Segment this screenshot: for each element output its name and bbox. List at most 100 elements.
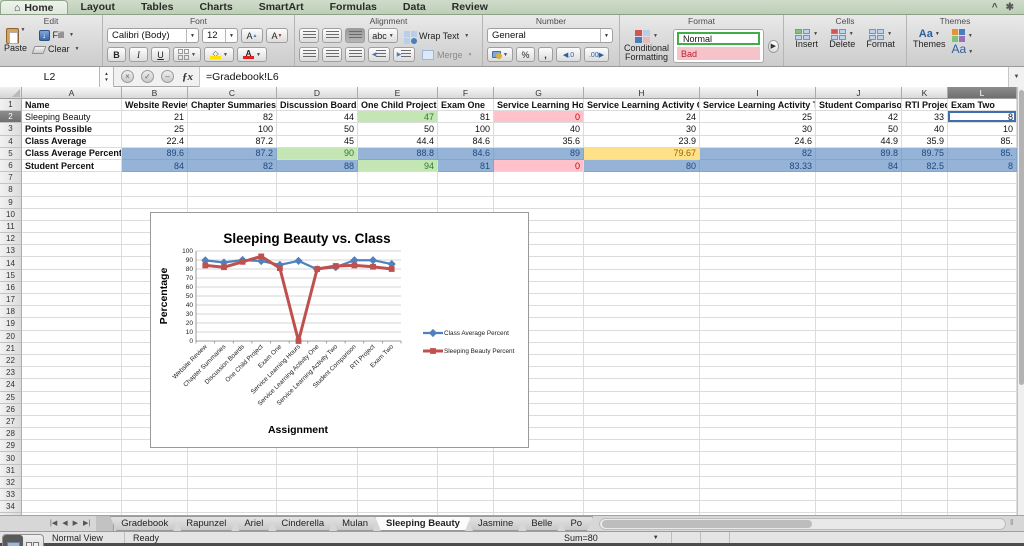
cell-K20[interactable]: [902, 330, 948, 343]
column-header-A[interactable]: A: [22, 87, 122, 99]
orientation-dropdown-icon[interactable]: ▼: [389, 33, 394, 39]
cell-K26[interactable]: [902, 403, 948, 416]
column-header-D[interactable]: D: [277, 87, 358, 99]
cell-C8[interactable]: [188, 184, 277, 197]
cell-K8[interactable]: [902, 184, 948, 197]
column-header-G[interactable]: G: [494, 87, 584, 99]
align-top-button[interactable]: [299, 28, 319, 43]
cell-K31[interactable]: [902, 464, 948, 477]
cell-H27[interactable]: [584, 415, 700, 429]
align-middle-button[interactable]: [322, 28, 342, 43]
cell-A16[interactable]: [22, 281, 122, 294]
row-header-27[interactable]: 27: [0, 415, 22, 429]
sheet-tab-cinderella[interactable]: Cinderella: [270, 516, 335, 531]
cell-K2[interactable]: 33: [902, 111, 948, 124]
cell-F31[interactable]: [438, 464, 494, 477]
cell-G9[interactable]: [494, 196, 584, 209]
horizontal-scrollbar[interactable]: [599, 518, 1006, 530]
fill-dropdown-icon[interactable]: ▼: [69, 33, 74, 38]
column-header-H[interactable]: H: [584, 87, 700, 99]
row-header-2[interactable]: 2: [0, 111, 22, 124]
first-sheet-icon[interactable]: |◀: [50, 519, 57, 527]
cell-L1[interactable]: Exam Two: [948, 99, 1017, 112]
name-box[interactable]: L2: [0, 66, 100, 87]
cell-H32[interactable]: [584, 476, 700, 489]
format-cells-button[interactable]: ▼ Format: [866, 29, 895, 49]
cell-B6[interactable]: 84: [122, 159, 188, 173]
cell-A2[interactable]: Sleeping Beauty: [22, 111, 122, 124]
cell-K34[interactable]: [902, 501, 948, 514]
cell-J16[interactable]: [816, 281, 902, 294]
collapse-ribbon-icon[interactable]: ^: [992, 2, 998, 13]
cell-L16[interactable]: [948, 281, 1017, 294]
sheet-tab-sleeping-beauty[interactable]: Sleeping Beauty: [375, 516, 471, 531]
cell-E9[interactable]: [358, 196, 438, 209]
row-header-30[interactable]: 30: [0, 452, 22, 465]
sheet-tab-belle[interactable]: Belle: [520, 516, 563, 531]
cell-K29[interactable]: [902, 440, 948, 453]
cell-I23[interactable]: [700, 367, 816, 380]
cell-A29[interactable]: [22, 440, 122, 453]
cell-F4[interactable]: 84.6: [438, 135, 494, 148]
column-header-F[interactable]: F: [438, 87, 494, 99]
cell-I29[interactable]: [700, 440, 816, 453]
cell-G7[interactable]: [494, 172, 584, 185]
cell-I28[interactable]: [700, 428, 816, 441]
cell-K9[interactable]: [902, 196, 948, 209]
cell-E2[interactable]: 47: [358, 111, 438, 124]
insert-dropdown-icon[interactable]: ▼: [813, 32, 818, 37]
ribbon-tab-charts[interactable]: Charts: [186, 0, 245, 14]
currency-dropdown-icon[interactable]: ▼: [503, 52, 508, 58]
cell-J8[interactable]: [816, 184, 902, 197]
cell-J21[interactable]: [816, 342, 902, 355]
cell-E33[interactable]: [358, 489, 438, 502]
cell-K11[interactable]: [902, 220, 948, 234]
merge-button[interactable]: Merge ▼: [422, 49, 472, 60]
cell-F7[interactable]: [438, 172, 494, 185]
cell-B7[interactable]: [122, 172, 188, 185]
cell-I11[interactable]: [700, 220, 816, 234]
cell-K13[interactable]: [902, 245, 948, 258]
cell-L6[interactable]: 8: [948, 159, 1017, 173]
cell-I18[interactable]: [700, 306, 816, 319]
cell-A21[interactable]: [22, 342, 122, 355]
cell-G4[interactable]: 35.6: [494, 135, 584, 148]
column-header-I[interactable]: I: [700, 87, 816, 99]
styles-scroll-button[interactable]: ▶: [767, 39, 779, 53]
cell-J11[interactable]: [816, 220, 902, 234]
gear-icon[interactable]: ✱: [1006, 2, 1014, 13]
page-layout-view-button[interactable]: [23, 535, 43, 546]
cell-E4[interactable]: 44.4: [358, 135, 438, 148]
cell-H15[interactable]: [584, 269, 700, 282]
cell-G3[interactable]: 40: [494, 123, 584, 136]
cell-H12[interactable]: [584, 233, 700, 246]
cell-E34[interactable]: [358, 501, 438, 514]
cell-A34[interactable]: [22, 501, 122, 514]
cell-J28[interactable]: [816, 428, 902, 441]
cell-A3[interactable]: Points Possible: [22, 123, 122, 136]
cell-L11[interactable]: [948, 220, 1017, 234]
row-header-12[interactable]: 12: [0, 233, 22, 246]
cell-I12[interactable]: [700, 233, 816, 246]
cell-H11[interactable]: [584, 220, 700, 234]
cell-H20[interactable]: [584, 330, 700, 343]
ribbon-tab-data[interactable]: Data: [390, 0, 439, 14]
grow-font-button[interactable]: A ▲: [241, 28, 263, 43]
theme-colors-button[interactable]: ▼ Aa ▼: [952, 29, 973, 55]
cancel-icon[interactable]: ×: [121, 70, 134, 83]
cell-J2[interactable]: 42: [816, 111, 902, 124]
column-header-E[interactable]: E: [358, 87, 438, 99]
bold-button[interactable]: B: [107, 47, 126, 62]
cell-H18[interactable]: [584, 306, 700, 319]
sheet-tab-gradebook[interactable]: Gradebook: [110, 516, 179, 531]
cell-A30[interactable]: [22, 452, 122, 465]
row-header-25[interactable]: 25: [0, 391, 22, 404]
row-header-23[interactable]: 23: [0, 367, 22, 380]
cell-A7[interactable]: [22, 172, 122, 185]
cell-L32[interactable]: [948, 476, 1017, 489]
font-name-dropdown-icon[interactable]: ▼: [186, 29, 198, 42]
cell-L34[interactable]: [948, 501, 1017, 514]
cell-B34[interactable]: [122, 501, 188, 514]
cell-D30[interactable]: [277, 452, 358, 465]
cell-J31[interactable]: [816, 464, 902, 477]
